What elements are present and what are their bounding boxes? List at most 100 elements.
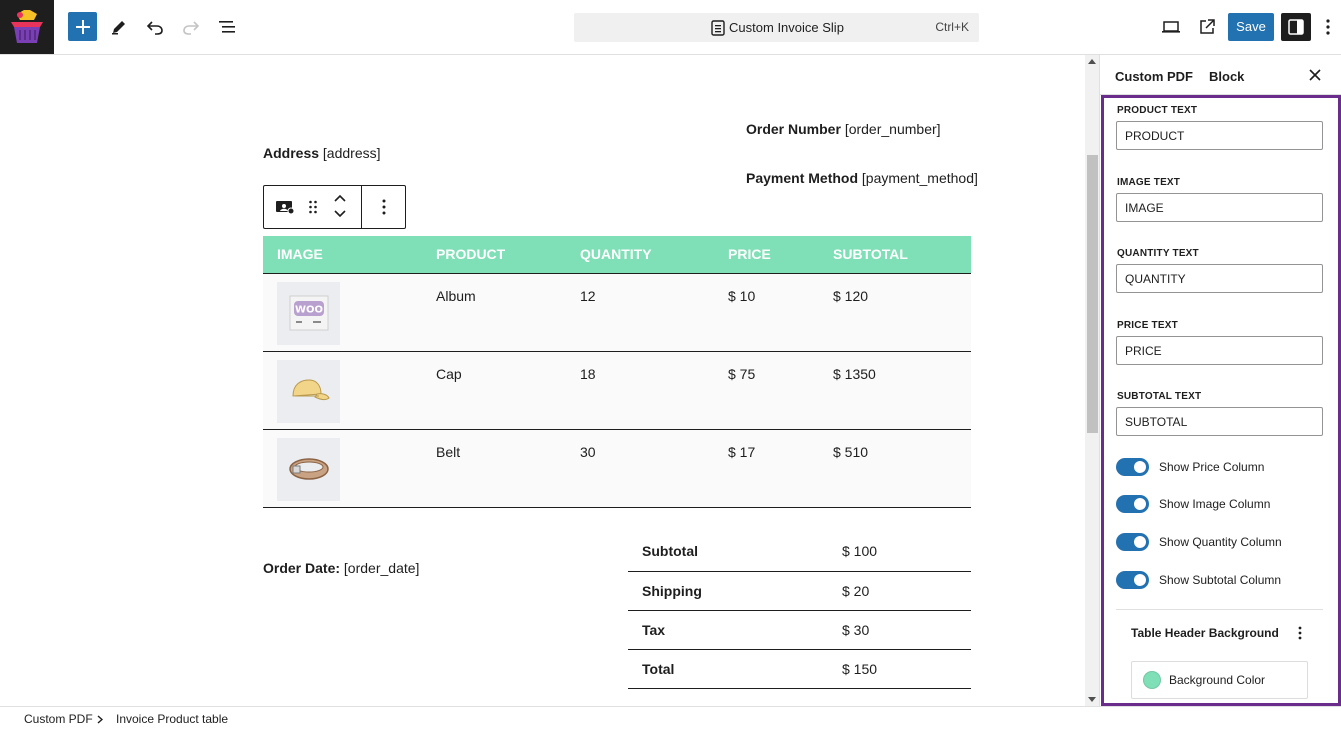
- totals-row: Subtotal $ 100: [628, 532, 971, 572]
- redo-icon: [183, 21, 200, 35]
- address-field[interactable]: Address [address]: [263, 145, 381, 161]
- show-subtotal-column-toggle[interactable]: [1116, 571, 1149, 589]
- subtotal-text-input[interactable]: [1116, 407, 1323, 436]
- totals-label: Tax: [628, 610, 828, 650]
- move-up-button[interactable]: [329, 190, 351, 206]
- show-quantity-column-toggle-row[interactable]: Show Quantity Column: [1116, 533, 1282, 551]
- quantity-text-input[interactable]: [1116, 264, 1323, 293]
- product-cell: Cap: [422, 351, 566, 430]
- close-icon: [1309, 69, 1321, 81]
- totals-value: $ 30: [828, 610, 971, 650]
- background-color-label: Background Color: [1169, 673, 1266, 687]
- options-menu-button[interactable]: [1316, 12, 1340, 42]
- toggle-label: Show Subtotal Column: [1159, 573, 1282, 587]
- save-button[interactable]: Save: [1228, 13, 1274, 41]
- command-shortcut: Ctrl+K: [935, 20, 969, 34]
- payment-method-field[interactable]: Payment Method [payment_method]: [746, 170, 978, 186]
- totals-value: $ 100: [828, 532, 971, 572]
- product-text-input[interactable]: [1116, 121, 1323, 150]
- canvas-scrollbar[interactable]: [1085, 55, 1100, 706]
- show-subtotal-column-toggle-row[interactable]: Show Subtotal Column: [1116, 571, 1281, 589]
- document-title-bar[interactable]: Custom Invoice Slip Ctrl+K: [574, 13, 979, 42]
- scroll-down-arrow-icon[interactable]: [1088, 697, 1096, 702]
- device-preview-button[interactable]: [1156, 12, 1186, 42]
- column-header-product: PRODUCT: [436, 246, 506, 263]
- vertical-ellipsis-icon: [382, 199, 386, 215]
- order-totals-table[interactable]: Subtotal $ 100 Shipping $ 20 Tax $ 30 To…: [628, 532, 971, 689]
- scroll-thumb[interactable]: [1087, 155, 1098, 433]
- chevron-down-icon: [334, 210, 346, 218]
- totals-value: $ 150: [828, 649, 971, 689]
- scroll-up-arrow-icon[interactable]: [1088, 59, 1096, 64]
- price-cell: $ 10: [714, 272, 819, 352]
- price-text-input[interactable]: [1116, 336, 1323, 365]
- address-value: [address]: [322, 145, 381, 161]
- laptop-icon: [1162, 21, 1180, 33]
- undo-button[interactable]: [140, 12, 170, 42]
- totals-row: Total $ 150: [628, 649, 971, 689]
- editor-canvas[interactable]: Order Number [order_number] Address [add…: [0, 55, 1085, 706]
- vertical-ellipsis-icon: [1326, 19, 1330, 35]
- subtotal-cell: $ 510: [819, 429, 971, 508]
- order-number-label: Order Number: [746, 121, 841, 137]
- image-text-label: IMAGE TEXT: [1117, 177, 1181, 188]
- close-sidebar-button[interactable]: [1307, 67, 1323, 83]
- product-thumbnail: [277, 437, 340, 501]
- show-price-column-toggle[interactable]: [1116, 458, 1149, 476]
- totals-label: Total: [628, 649, 828, 689]
- block-toolbar: [263, 185, 406, 229]
- product-cell: Belt: [422, 429, 566, 508]
- svg-text:WOO: WOO: [294, 305, 322, 316]
- external-link-icon: [1200, 19, 1215, 34]
- settings-sidebar: Custom PDF Block PRODUCT TEXT IMAGE TEXT…: [1100, 55, 1341, 706]
- document-overview-button[interactable]: [212, 12, 242, 42]
- column-header-quantity: QUANTITY: [580, 246, 652, 263]
- image-text-input[interactable]: [1116, 193, 1323, 222]
- tab-block[interactable]: Block: [1209, 69, 1244, 84]
- column-header-subtotal: SUBTOTAL: [833, 246, 908, 263]
- tools-button[interactable]: [104, 12, 134, 42]
- order-date-field[interactable]: Order Date: [order_date]: [263, 560, 419, 576]
- invoice-product-table[interactable]: IMAGE PRODUCT QUANTITY PRICE SUBTOTAL WO…: [263, 236, 971, 508]
- basket-logo-icon: [0, 0, 54, 54]
- breadcrumb-root[interactable]: Custom PDF: [24, 712, 93, 726]
- chevron-right-icon: [97, 715, 103, 724]
- subtotal-cell: $ 1350: [819, 351, 971, 430]
- show-quantity-column-toggle[interactable]: [1116, 533, 1149, 551]
- table-row: WOO Album 12 $ 10 $ 120: [263, 272, 971, 352]
- plus-icon: [75, 19, 90, 34]
- totals-value: $ 20: [828, 571, 971, 611]
- show-price-column-toggle-row[interactable]: Show Price Column: [1116, 458, 1264, 476]
- breadcrumb-current: Invoice Product table: [116, 712, 229, 726]
- column-header-image: IMAGE: [277, 246, 323, 263]
- toolbar-divider: [361, 186, 362, 228]
- color-tools-menu-button[interactable]: [1294, 624, 1306, 642]
- chevron-up-icon: [334, 194, 346, 202]
- block-options-button[interactable]: [373, 196, 395, 218]
- order-date-value: [order_date]: [343, 560, 420, 576]
- move-down-button[interactable]: [329, 206, 351, 222]
- document-title: Custom Invoice Slip: [729, 20, 844, 35]
- block-type-button[interactable]: [274, 196, 296, 218]
- drag-handle[interactable]: [302, 196, 324, 218]
- site-logo[interactable]: [0, 0, 54, 54]
- product-cell: Album: [422, 272, 566, 352]
- settings-sidebar-toggle[interactable]: [1281, 13, 1311, 41]
- quantity-cell: 30: [566, 429, 714, 508]
- show-image-column-toggle-row[interactable]: Show Image Column: [1116, 495, 1270, 513]
- background-color-button[interactable]: Background Color: [1131, 661, 1308, 699]
- redo-button[interactable]: [176, 12, 206, 42]
- table-header-background-title: Table Header Background: [1131, 626, 1279, 640]
- product-thumbnail: [277, 359, 340, 423]
- order-number-field[interactable]: Order Number [order_number]: [746, 121, 941, 137]
- view-external-button[interactable]: [1192, 12, 1222, 42]
- block-inserter-button[interactable]: [68, 12, 97, 41]
- undo-icon: [146, 21, 163, 35]
- pencil-icon: [112, 21, 125, 35]
- table-row: Cap 18 $ 75 $ 1350: [263, 351, 971, 430]
- subtotal-text-label: SUBTOTAL TEXT: [1117, 391, 1202, 402]
- table-settings-panel: PRODUCT TEXT IMAGE TEXT QUANTITY TEXT PR…: [1101, 95, 1341, 706]
- show-image-column-toggle[interactable]: [1116, 495, 1149, 513]
- tab-custom-pdf[interactable]: Custom PDF: [1115, 69, 1193, 84]
- list-view-icon: [219, 21, 235, 33]
